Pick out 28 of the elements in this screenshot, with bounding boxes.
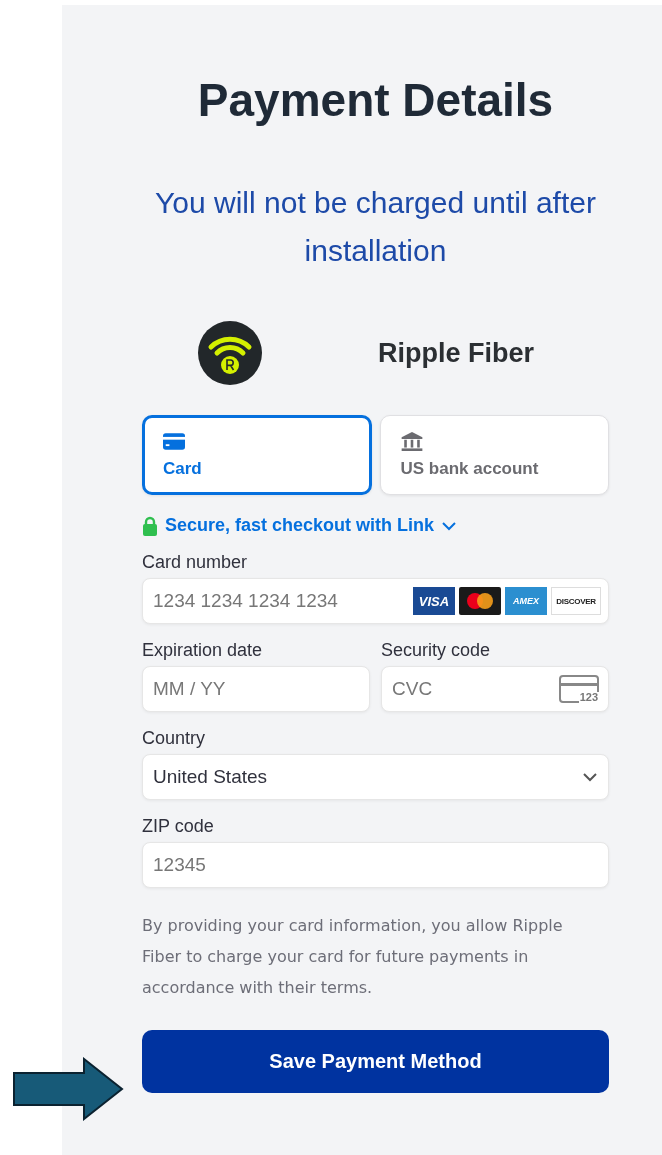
lock-icon (142, 515, 158, 536)
discover-logo: DISCOVER (551, 587, 601, 615)
bank-icon (400, 431, 423, 451)
payment-method-tab[interactable]: US bank account (379, 415, 609, 495)
input-field[interactable]: 12345 (142, 842, 609, 888)
field-label: Security code (381, 640, 492, 661)
field-label: Country (142, 728, 207, 749)
link-checkout-toggle[interactable]: Secure, fast checkout with Link (142, 515, 458, 536)
page-title: Payment Details (197, 73, 554, 127)
field-label: Card number (142, 552, 249, 573)
input-field[interactable]: MM / YY (142, 666, 370, 712)
merchant-name: Ripple Fiber (378, 337, 534, 369)
save-payment-method-button[interactable]: Save Payment Method (142, 1030, 609, 1093)
payment-method-tab[interactable]: Card (142, 415, 372, 495)
wifi-logo-icon (198, 321, 262, 385)
country-select[interactable]: United States (142, 754, 609, 800)
subtitle-text: You will not be charged until after installation (154, 185, 597, 269)
visa-logo: VISA (413, 587, 455, 615)
chevron-down-icon (582, 772, 598, 782)
field-label: ZIP code (142, 816, 215, 837)
arrow-icon (12, 1057, 124, 1121)
chevron-down-icon (441, 520, 458, 531)
cvc-card-icon: 123 (559, 675, 599, 703)
mastercard-logo-icon (459, 587, 501, 615)
terms-notice: By providing your card information, you allow Ripple Fiber to charge your card for future payments in accordance with their terms. (142, 915, 564, 999)
field-label: Expiration date (142, 640, 264, 661)
card-icon (163, 431, 185, 451)
amex-logo: AMEX (505, 587, 547, 615)
